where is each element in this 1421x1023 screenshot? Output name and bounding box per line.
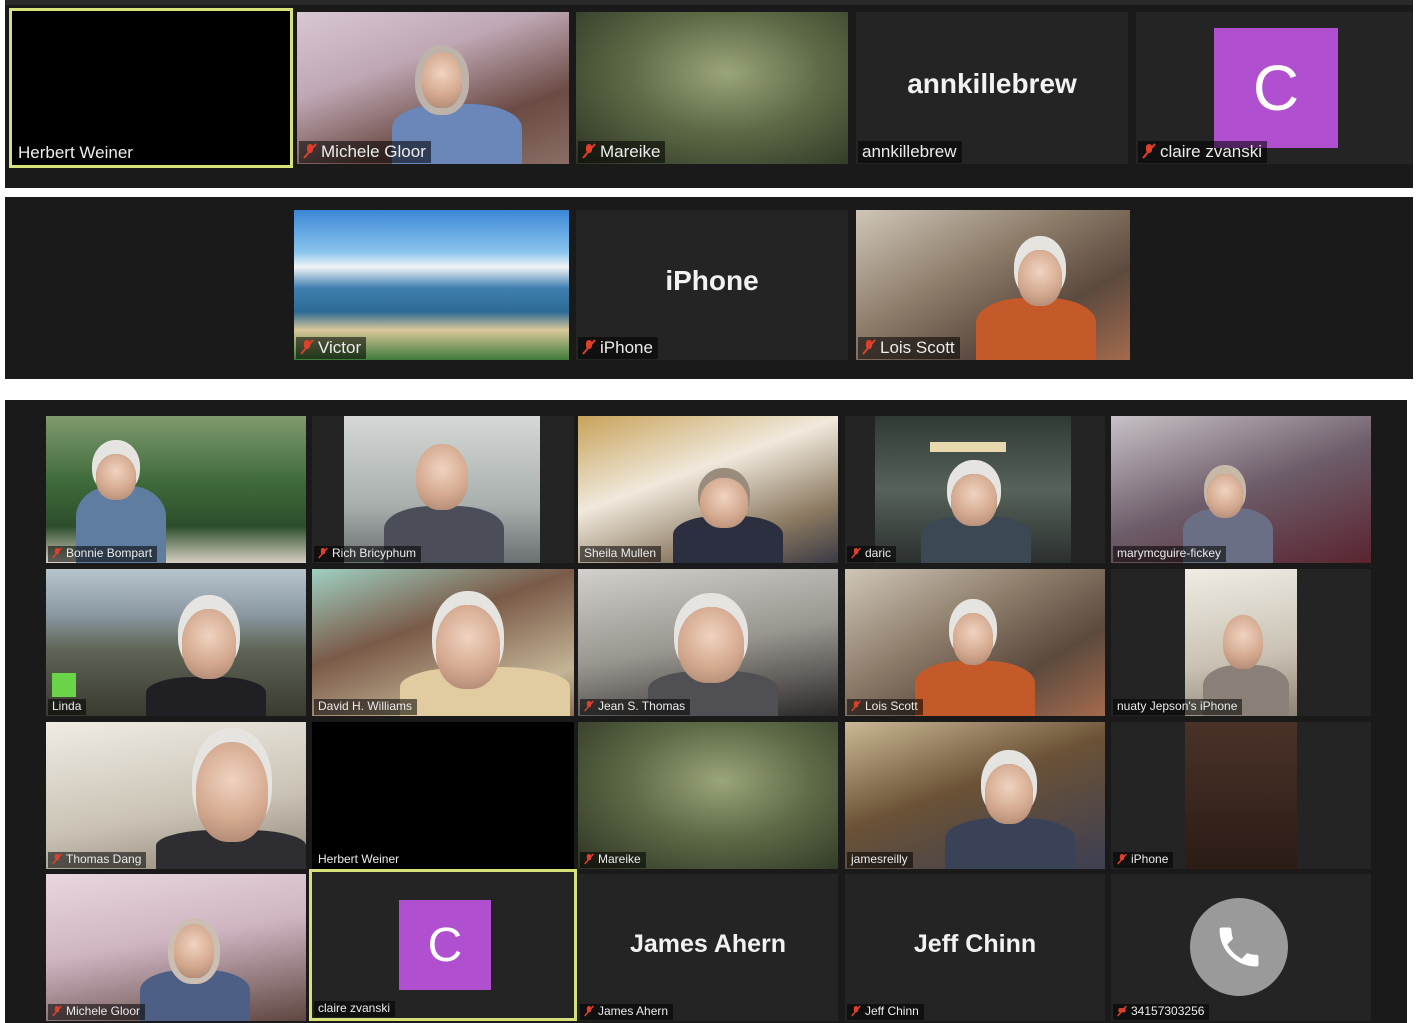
muted-mic-icon [1142, 143, 1156, 160]
muted-mic-icon [851, 1005, 861, 1017]
participant-video [46, 416, 306, 563]
gallery-panel-top: Herbert Weiner Michele Gloor Mareike ann… [5, 0, 1413, 188]
muted-mic-icon [52, 853, 62, 865]
video-tile[interactable]: iPhone [1111, 722, 1371, 869]
muted-mic-icon [584, 700, 594, 712]
video-tile[interactable]: Michele Gloor [297, 12, 569, 164]
gallery-panel-middle: Victor iPhone iPhone Lois Scott [5, 197, 1413, 379]
participant-name: iPhone [578, 337, 658, 359]
video-tile[interactable]: Mareike [578, 722, 838, 869]
video-tile[interactable]: Sheila Mullen [578, 416, 838, 563]
video-tile[interactable]: Jeff Chinn Jeff Chinn [845, 874, 1105, 1021]
participant-video [578, 416, 838, 563]
muted-mic-icon [1117, 853, 1127, 865]
muted-phone-icon [1117, 1005, 1127, 1017]
participant-video [46, 874, 306, 1021]
video-tile[interactable]: Victor [294, 210, 569, 360]
video-tile[interactable]: Michele Gloor [46, 874, 306, 1021]
video-tile[interactable]: annkillebrew annkillebrew [856, 12, 1128, 164]
participant-name: Herbert Weiner [314, 852, 405, 868]
video-tile[interactable]: Lois Scott [856, 210, 1130, 360]
participant-video [1111, 416, 1371, 563]
participant-name: claire zvanski [1138, 141, 1268, 163]
video-tile[interactable]: Thomas Dang [46, 722, 306, 869]
participant-display-name: Jeff Chinn [913, 929, 1037, 958]
participant-video [578, 569, 838, 716]
participant-name: iPhone [1113, 852, 1174, 868]
video-tile[interactable]: jamesreilly [845, 722, 1105, 869]
partial-row-above [5, 0, 1413, 5]
muted-mic-icon [52, 547, 62, 559]
participant-video [845, 569, 1105, 716]
participant-name: Lois Scott [858, 337, 960, 359]
muted-mic-icon [584, 1005, 594, 1017]
participant-video [312, 569, 574, 716]
participant-name: Herbert Weiner [14, 142, 138, 164]
participant-name: Jean S. Thomas [580, 699, 691, 715]
participant-name: Michele Gloor [299, 141, 431, 163]
muted-mic-icon [851, 700, 861, 712]
participant-name: 34157303256 [1113, 1004, 1210, 1020]
participant-video [1185, 722, 1297, 869]
muted-mic-icon [300, 339, 314, 356]
phone-icon [1190, 898, 1288, 996]
muted-mic-icon [303, 143, 317, 160]
video-tile[interactable]: Lois Scott [845, 569, 1105, 716]
participant-name: Jeff Chinn [847, 1004, 924, 1020]
muted-mic-icon [318, 547, 328, 559]
gallery-panel-main: Bonnie Bompart Rich Bricyphum Sheila Mul… [5, 400, 1407, 1023]
video-tile[interactable]: James Ahern James Ahern [578, 874, 838, 1021]
participant-display-name: James Ahern [629, 929, 787, 958]
video-tile[interactable]: Bonnie Bompart [46, 416, 306, 563]
participant-display-name: annkillebrew [907, 68, 1077, 100]
video-tile[interactable]: Linda [46, 569, 306, 716]
video-tile[interactable]: Rich Bricyphum [312, 416, 574, 563]
participant-name: Rich Bricyphum [314, 546, 422, 562]
participant-name: David H. Williams [314, 699, 418, 715]
video-tile[interactable]: Herbert Weiner [312, 722, 574, 869]
participant-video [344, 416, 540, 563]
muted-mic-icon [851, 547, 861, 559]
video-tile[interactable]: C claire zvanski [309, 869, 577, 1021]
avatar: C [399, 900, 491, 990]
video-tile[interactable]: daric [845, 416, 1105, 563]
video-tile[interactable]: nuaty Jepson's iPhone [1111, 569, 1371, 716]
participant-name: daric [847, 546, 897, 562]
participant-name: Mareike [580, 852, 646, 868]
participant-name: claire zvanski [314, 1001, 396, 1017]
participant-name: nuaty Jepson's iPhone [1113, 699, 1243, 715]
video-tile[interactable]: Mareike [576, 12, 848, 164]
muted-mic-icon [582, 143, 596, 160]
participant-video [845, 722, 1105, 869]
participant-name: Linda [48, 699, 87, 715]
muted-mic-icon [582, 339, 596, 356]
participant-name: annkillebrew [858, 141, 962, 163]
participant-video [1185, 569, 1297, 716]
video-tile[interactable]: Herbert Weiner [9, 8, 293, 168]
video-tile[interactable]: Jean S. Thomas [578, 569, 838, 716]
participant-name: jamesreilly [847, 852, 913, 868]
participant-name: Lois Scott [847, 699, 923, 715]
participant-name: Thomas Dang [48, 852, 147, 868]
participant-video [875, 416, 1071, 563]
participant-name: Bonnie Bompart [48, 546, 158, 562]
participant-name: Sheila Mullen [580, 546, 662, 562]
video-tile[interactable]: marymcguire-fickey [1111, 416, 1371, 563]
muted-mic-icon [584, 853, 594, 865]
participant-name: Michele Gloor [48, 1004, 146, 1020]
muted-mic-icon [52, 1005, 62, 1017]
muted-mic-icon [862, 339, 876, 356]
participant-video [46, 722, 306, 869]
participant-name: marymcguire-fickey [1113, 546, 1227, 562]
video-tile[interactable]: David H. Williams [312, 569, 574, 716]
video-tile[interactable]: C claire zvanski [1136, 12, 1413, 164]
participant-display-name: iPhone [665, 265, 759, 297]
video-tile[interactable]: iPhone iPhone [576, 210, 848, 360]
participant-video [46, 569, 306, 716]
participant-name: Victor [296, 337, 367, 359]
participant-name: James Ahern [580, 1004, 674, 1020]
video-tile[interactable]: 34157303256 [1111, 874, 1371, 1021]
avatar: C [1214, 28, 1338, 148]
participant-name: Mareike [578, 141, 666, 163]
